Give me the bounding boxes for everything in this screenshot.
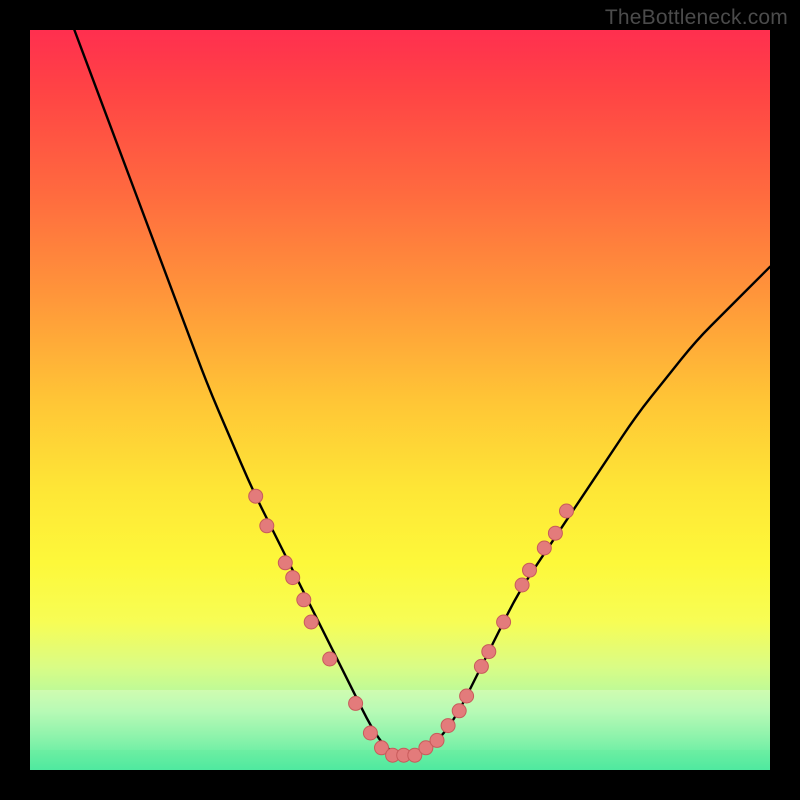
highlight-point bbox=[260, 519, 274, 533]
highlight-point bbox=[304, 615, 318, 629]
highlight-point bbox=[482, 645, 496, 659]
highlight-point bbox=[474, 659, 488, 673]
highlight-point bbox=[363, 726, 377, 740]
highlight-point bbox=[537, 541, 551, 555]
highlight-point bbox=[497, 615, 511, 629]
outer-frame: TheBottleneck.com bbox=[0, 0, 800, 800]
bottleneck-curve bbox=[74, 30, 770, 755]
highlight-point bbox=[278, 556, 292, 570]
highlight-point bbox=[430, 733, 444, 747]
highlight-point bbox=[286, 571, 300, 585]
highlight-point bbox=[249, 489, 263, 503]
highlight-point bbox=[515, 578, 529, 592]
highlight-point bbox=[452, 704, 466, 718]
watermark-text: TheBottleneck.com bbox=[605, 6, 788, 30]
highlight-point bbox=[560, 504, 574, 518]
highlight-point bbox=[349, 696, 363, 710]
highlight-point bbox=[523, 563, 537, 577]
curve-svg bbox=[30, 30, 770, 770]
highlight-point bbox=[460, 689, 474, 703]
plot-area bbox=[30, 30, 770, 770]
highlight-point bbox=[297, 593, 311, 607]
highlight-point bbox=[323, 652, 337, 666]
highlight-point bbox=[441, 719, 455, 733]
highlight-markers bbox=[249, 489, 574, 762]
highlight-point bbox=[548, 526, 562, 540]
